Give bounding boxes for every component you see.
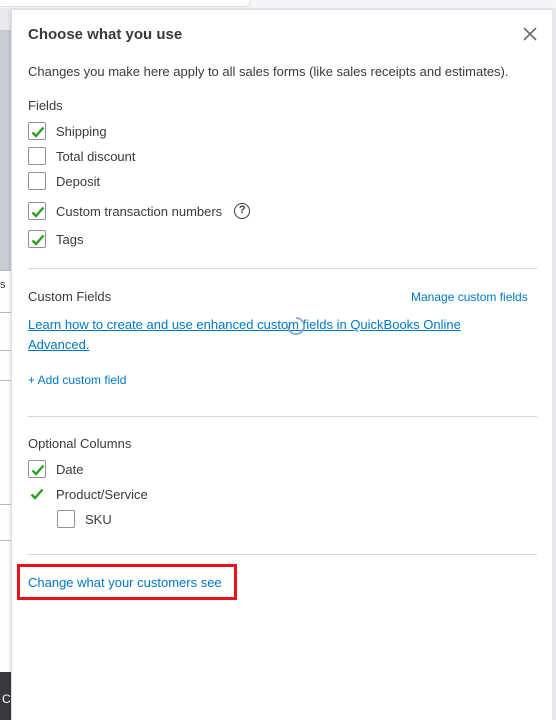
panel-subtitle: Changes you make here apply to all sales… — [28, 64, 509, 79]
section-divider — [28, 416, 537, 417]
product-service-checkbox[interactable] — [28, 485, 46, 503]
background-search-bar — [0, 0, 251, 7]
product-service-label: Product/Service — [56, 486, 148, 502]
field-option-total-discount[interactable]: Total discount — [28, 146, 136, 166]
date-label: Date — [56, 461, 84, 477]
background-glyph: s — [0, 279, 6, 291]
choose-what-you-use-panel: Choose what you use Changes you make her… — [11, 10, 552, 720]
checkmark-icon — [31, 126, 45, 138]
checkmark-icon — [30, 488, 44, 500]
total-discount-checkbox[interactable] — [28, 147, 46, 165]
checkmark-icon — [31, 234, 45, 246]
background-divider — [0, 380, 11, 381]
background-divider — [0, 540, 11, 541]
loading-spinner-icon — [286, 316, 306, 336]
column-option-sku[interactable]: SKU — [57, 509, 112, 529]
manage-custom-fields-link[interactable]: Manage custom fields — [411, 290, 528, 304]
checkmark-icon — [31, 464, 45, 476]
deposit-checkbox[interactable] — [28, 172, 46, 190]
background-page-edge: s C — [0, 30, 11, 720]
background-footer-glyph: C — [2, 692, 11, 706]
fields-heading: Fields — [28, 98, 63, 113]
section-divider — [28, 554, 537, 555]
custom-transaction-numbers-label: Custom transaction numbers — [56, 203, 223, 219]
background-divider — [0, 312, 11, 313]
section-divider — [28, 268, 537, 269]
add-custom-field-link[interactable]: + Add custom field — [28, 373, 126, 387]
shipping-checkbox[interactable] — [28, 122, 46, 140]
background-top-bar — [0, 0, 556, 8]
sku-label: SKU — [85, 511, 112, 527]
date-checkbox[interactable] — [28, 460, 46, 478]
background-divider — [0, 350, 11, 351]
background-divider — [0, 504, 11, 505]
deposit-label: Deposit — [56, 173, 101, 189]
shipping-label: Shipping — [56, 123, 107, 139]
field-option-shipping[interactable]: Shipping — [28, 121, 107, 141]
close-icon[interactable] — [520, 24, 540, 44]
column-option-date[interactable]: Date — [28, 459, 83, 479]
highlight-box — [17, 564, 237, 600]
panel-title: Choose what you use — [28, 26, 183, 43]
optional-columns-heading: Optional Columns — [28, 436, 132, 451]
tags-label: Tags — [56, 231, 84, 247]
field-option-tags[interactable]: Tags — [28, 229, 83, 249]
tags-checkbox[interactable] — [28, 230, 46, 248]
custom-transaction-numbers-checkbox[interactable] — [28, 202, 46, 220]
sku-checkbox[interactable] — [57, 510, 75, 528]
column-option-product-service[interactable]: Product/Service — [28, 484, 148, 504]
checkmark-icon — [31, 206, 45, 218]
total-discount-label: Total discount — [56, 148, 136, 164]
custom-fields-heading: Custom Fields — [28, 289, 112, 304]
learn-custom-fields-link[interactable]: Learn how to create and use enhanced cus… — [28, 315, 498, 355]
background-divider — [0, 270, 11, 271]
background-footer: C — [0, 672, 11, 720]
field-option-custom-transaction-numbers[interactable]: Custom transaction numbers ? — [28, 201, 251, 221]
background-overlay — [0, 30, 11, 270]
help-icon[interactable]: ? — [234, 203, 251, 219]
field-option-deposit[interactable]: Deposit — [28, 171, 100, 191]
